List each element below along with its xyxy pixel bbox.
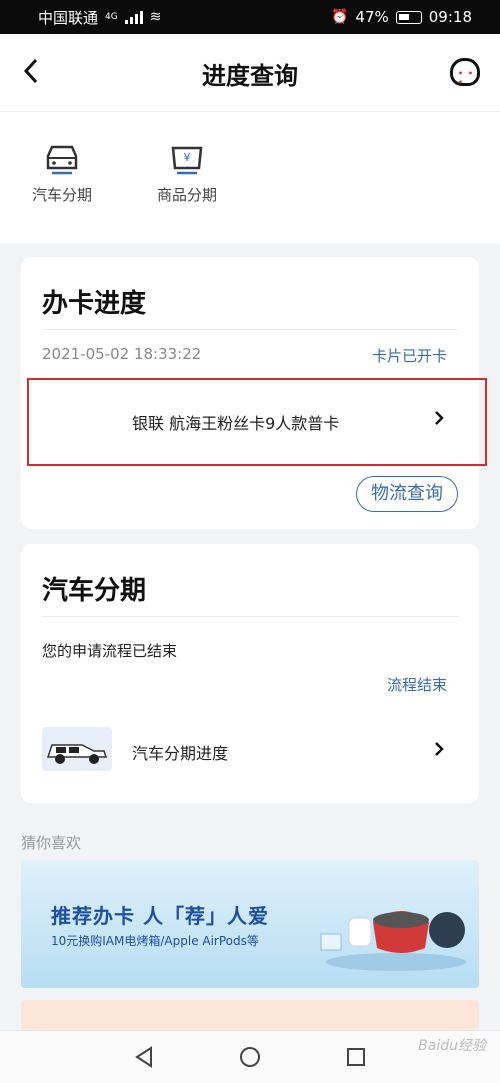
category-label: 汽车分期 (31, 186, 92, 204)
category-bar: 汽车分期 ¥ 商品分期 (0, 112, 500, 243)
chevron-right-icon (433, 407, 447, 429)
car-thumbnail (42, 727, 112, 771)
back-nav-icon[interactable] (132, 1045, 156, 1069)
product-illustration (320, 911, 466, 971)
status-bar: 中国联通 4G ≋ ⏰ 47% 09:18 (0, 0, 500, 34)
car-loan-progress-label[interactable]: 汽车分期进度 (132, 740, 228, 764)
home-nav-icon[interactable] (238, 1045, 262, 1069)
battery-percent: 47% (355, 8, 389, 26)
card-name: 银联 航海王粉丝卡9人款普卡 (132, 414, 340, 433)
category-goods-loan[interactable]: ¥ 商品分期 (147, 142, 227, 205)
logistics-query-button[interactable]: 物流查询 (356, 476, 458, 512)
car-icon (42, 142, 82, 178)
alarm-icon: ⏰ (330, 9, 349, 25)
clock: 09:18 (428, 8, 472, 26)
divider (42, 329, 458, 330)
banner-title: 推荐办卡 人「荐」人爱 (51, 904, 269, 928)
application-timestamp: 2021-05-02 18:33:22 (42, 345, 202, 363)
car-loan-panel: 汽车分期 您的申请流程已结束 流程结束 汽车分期进度 (21, 544, 479, 803)
battery-icon (395, 10, 422, 24)
recommend-section-label: 猜你喜欢 (21, 834, 82, 852)
signal-icon (124, 10, 143, 24)
customer-service-icon[interactable]: • • • (450, 58, 480, 87)
card-progress-title: 办卡进度 (42, 289, 147, 319)
card-status: 卡片已开卡 (371, 347, 447, 365)
app-header: 进度查询 • • • (0, 34, 500, 112)
car-loan-title: 汽车分期 (42, 576, 147, 606)
wifi-icon: ≋ (149, 9, 162, 25)
recents-nav-icon[interactable] (344, 1045, 368, 1069)
network-type: 4G (105, 12, 118, 22)
category-car-loan[interactable]: 汽车分期 (22, 142, 102, 205)
divider (42, 616, 458, 617)
card-progress-panel: 办卡进度 2021-05-02 18:33:22 卡片已开卡 银联 航海王粉丝卡… (21, 257, 487, 529)
svg-text:¥: ¥ (184, 151, 191, 164)
carrier-name: 中国联通 (38, 8, 99, 27)
banner-subtitle: 10元换购IAM电烤箱/Apple AirPods等 (51, 934, 259, 948)
recommend-banner[interactable]: 推荐办卡 人「荐」人爱 10元换购IAM电烤箱/Apple AirPods等 (21, 860, 479, 988)
category-label: 商品分期 (156, 186, 217, 204)
car-loan-message: 您的申请流程已结束 (42, 642, 178, 660)
watermark: Baidu经验 (418, 1038, 486, 1054)
shopping-basket-yuan-icon: ¥ (167, 142, 207, 178)
car-loan-status: 流程结束 (386, 676, 447, 694)
chevron-right-icon[interactable] (433, 738, 447, 760)
page-title: 进度查询 (202, 62, 298, 90)
